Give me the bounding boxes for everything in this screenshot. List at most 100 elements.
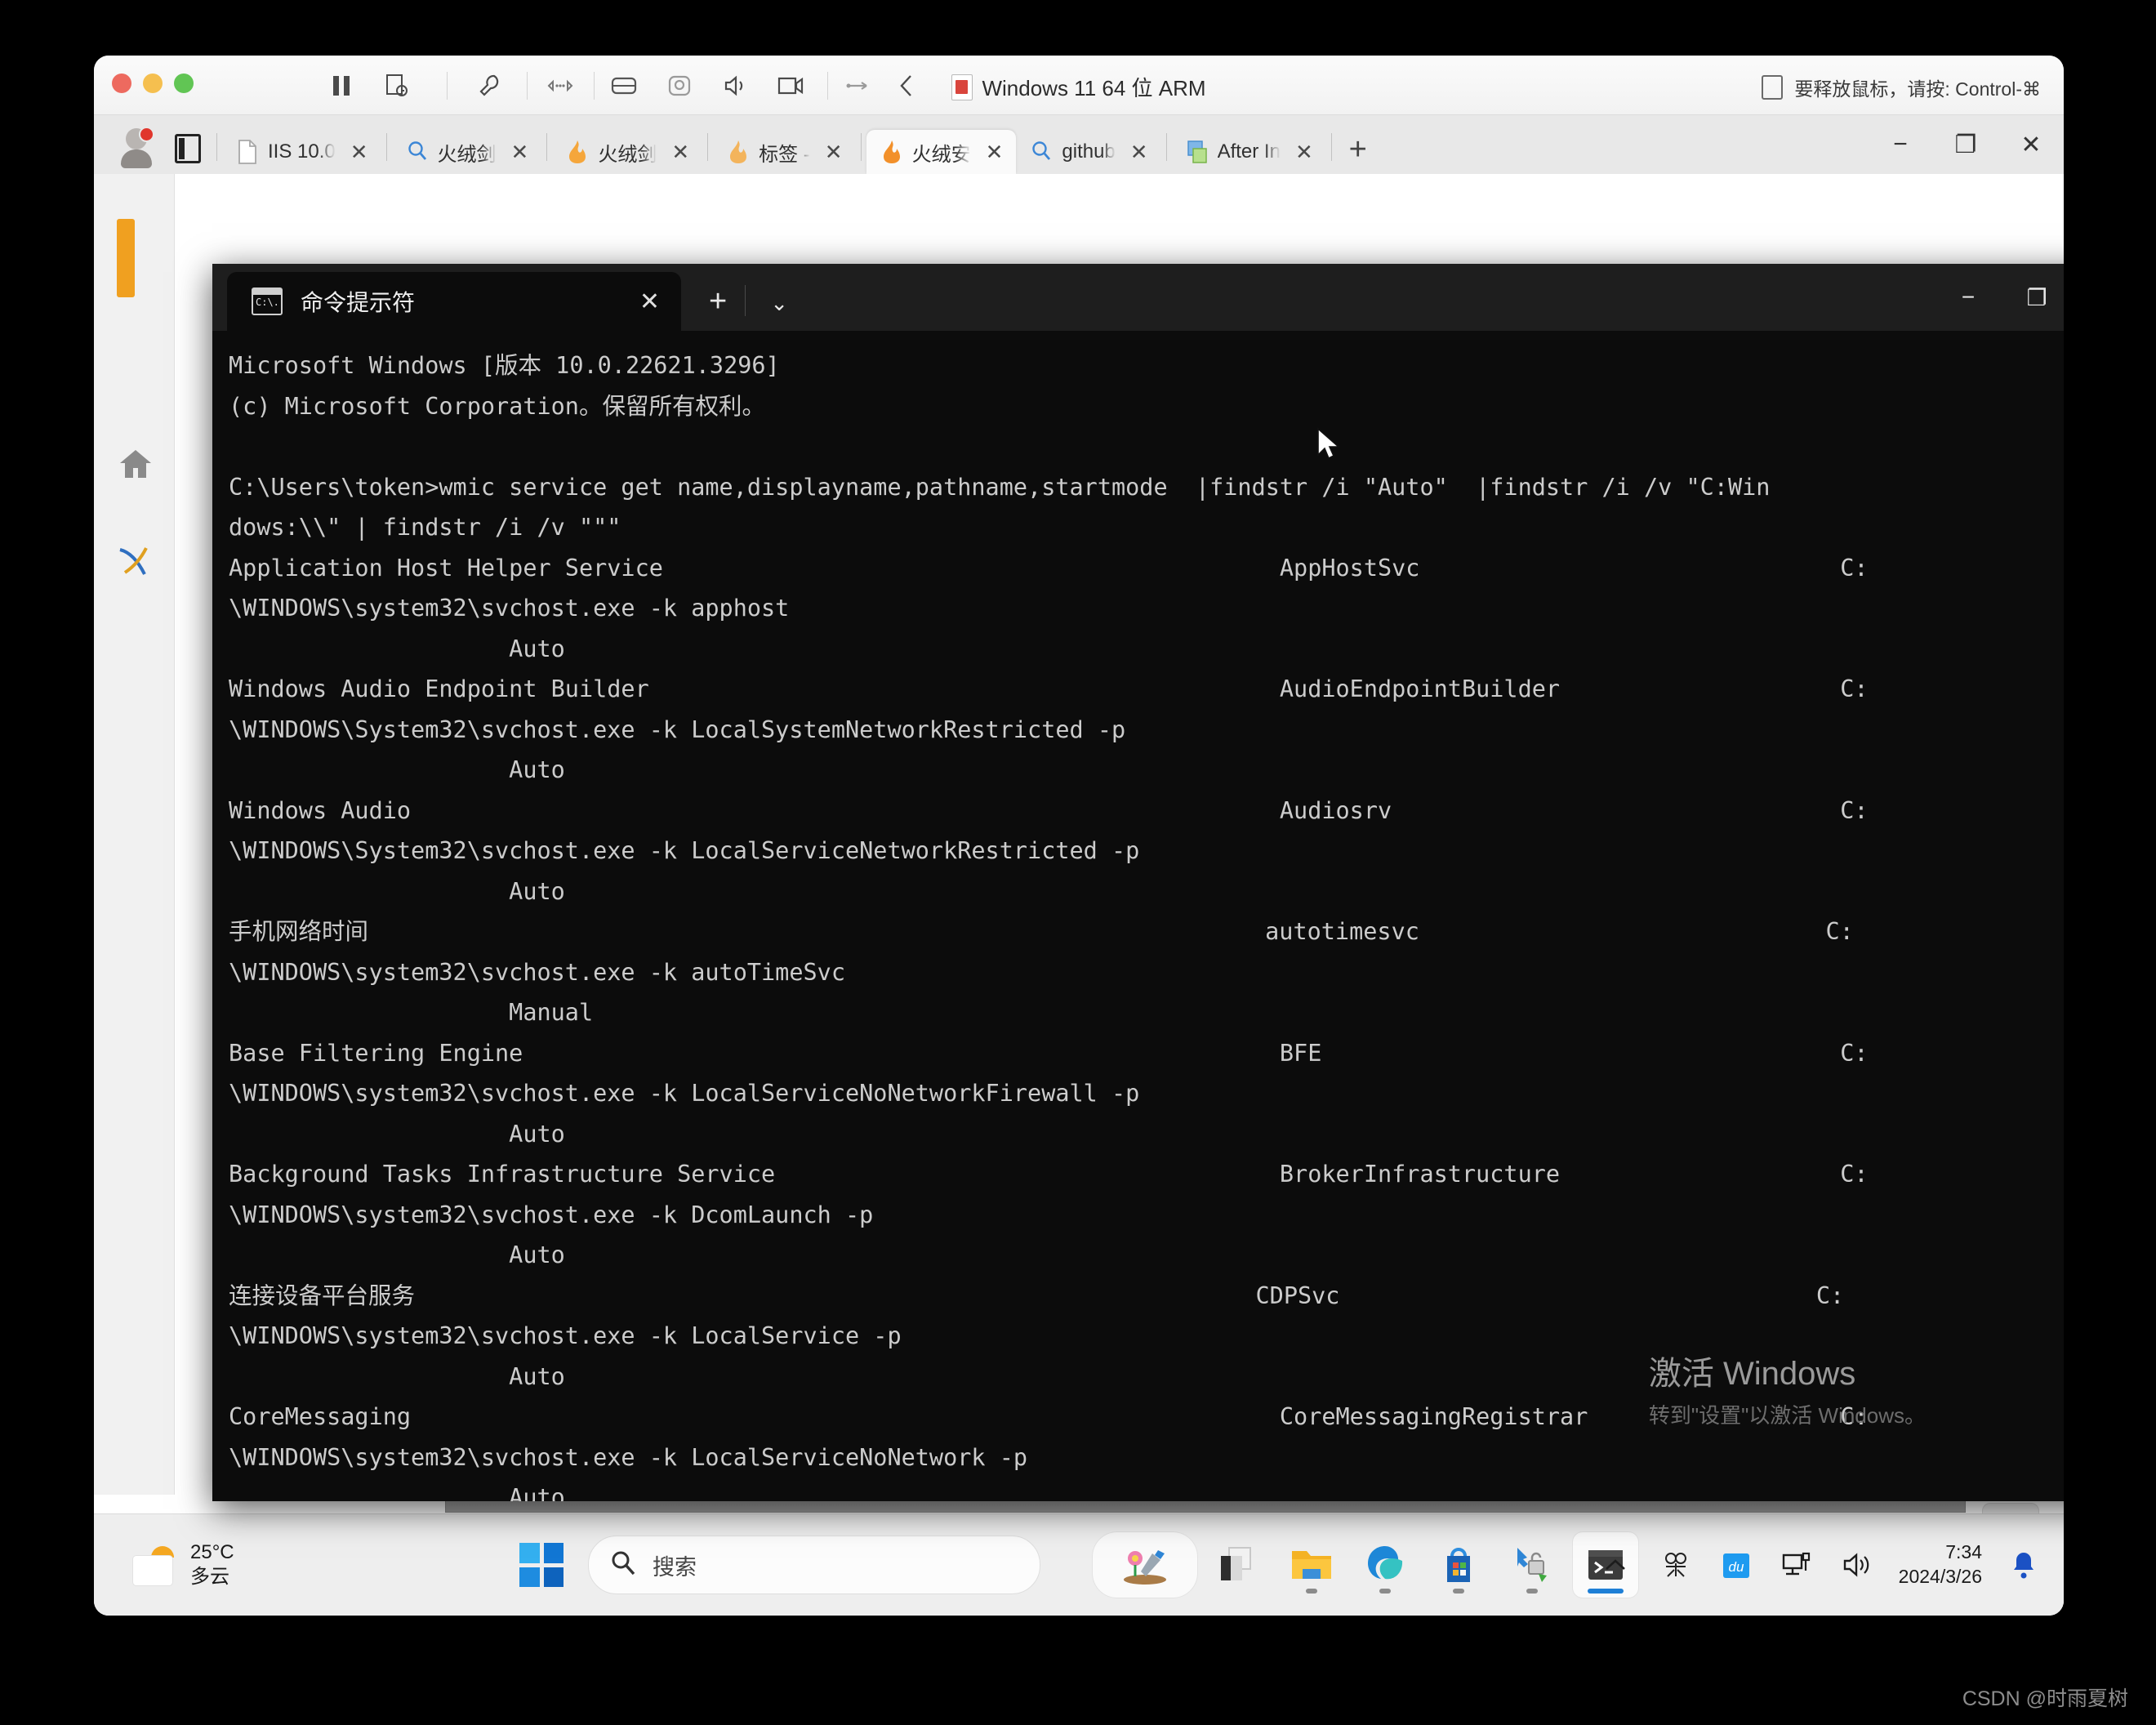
page-icon xyxy=(237,140,258,164)
unlocker-icon[interactable] xyxy=(1499,1532,1565,1598)
vm-window: Windows 11 64 位 ARM 要释放鼠标，请按: Control-⌘ … xyxy=(94,56,2064,1616)
chevron-down-icon[interactable]: ⌄ xyxy=(770,291,788,316)
svg-text:du: du xyxy=(1728,1559,1744,1575)
tab-divider xyxy=(386,133,387,161)
tab-divider xyxy=(1331,133,1332,161)
clock-date: 2024/3/26 xyxy=(1899,1565,1982,1589)
terminal-line: Auto xyxy=(229,629,2064,670)
search-placeholder: 搜索 xyxy=(653,1549,697,1581)
terminal-line: (c) Microsoft Corporation。保留所有权利。 xyxy=(229,386,2064,427)
taskbar-weather-widget[interactable]: 25°C 多云 xyxy=(133,1540,234,1589)
search-icon xyxy=(610,1549,636,1581)
close-icon[interactable]: ✕ xyxy=(981,140,1009,165)
tab-divider xyxy=(861,133,862,161)
page-left-rail xyxy=(94,174,175,1495)
close-icon[interactable]: ✕ xyxy=(1290,140,1318,165)
terminal-line: \WINDOWS\system32\svchost.exe -k LocalSe… xyxy=(229,1073,2064,1114)
edge-icon[interactable] xyxy=(1352,1532,1418,1598)
terminal-line: Windows Audio Audiosrv C: xyxy=(229,791,2064,831)
terminal-output[interactable]: Microsoft Windows [版本 10.0.22621.3296](c… xyxy=(212,331,2064,1501)
terminal-line: Manual xyxy=(229,992,2064,1033)
app-running-indicator xyxy=(1526,1589,1538,1594)
volume-icon[interactable] xyxy=(1838,1546,1876,1584)
terminal-line: \WINDOWS\System32\svchost.exe -k LocalSy… xyxy=(229,710,2064,751)
image-icon xyxy=(1187,140,1208,164)
terminal-line: Background Tasks Infrastructure Service … xyxy=(229,1154,2064,1195)
weather-description: 多云 xyxy=(190,1565,234,1589)
cmd-divider xyxy=(745,285,746,316)
browser-tab-3[interactable]: 标签 - ✕ xyxy=(713,130,855,174)
app-running-indicator xyxy=(1379,1589,1391,1594)
terminal-text: Microsoft Windows [版本 10.0.22621.3296](c… xyxy=(229,345,2064,1501)
terminal-line: Auto xyxy=(229,1478,2064,1501)
terminal-line: CoreMessaging CoreMessagingRegistrar C: xyxy=(229,1397,2064,1438)
terminal-line: Windows Audio Endpoint Builder AudioEndp… xyxy=(229,669,2064,710)
close-icon[interactable]: ✕ xyxy=(506,140,534,165)
browser-tab-4[interactable]: 火绒安 ✕ xyxy=(866,130,1017,174)
network-icon[interactable] xyxy=(1778,1546,1815,1584)
app-running-indicator xyxy=(1453,1589,1464,1594)
file-explorer-icon[interactable] xyxy=(1279,1532,1344,1598)
terminal-line: Microsoft Windows [版本 10.0.22621.3296] xyxy=(229,345,2064,386)
app-active-indicator xyxy=(1588,1589,1624,1594)
close-button[interactable]: ✕ xyxy=(1998,115,2064,174)
tab-divider xyxy=(707,133,708,161)
cmd-titlebar: 命令提示符 ✕ + ⌄ − ❐ ✕ xyxy=(212,264,2064,331)
browser-tab-0[interactable]: IIS 10.0 ✕ xyxy=(222,130,381,174)
avatar-badge-icon xyxy=(139,127,154,142)
cmd-tab-title: 命令提示符 xyxy=(301,285,621,318)
vm-icon xyxy=(951,74,973,100)
avatar[interactable] xyxy=(115,127,158,169)
close-icon[interactable]: ✕ xyxy=(820,140,848,165)
microsoft-store-icon[interactable] xyxy=(1426,1532,1491,1598)
windows-taskbar: 25°C 多云 搜索 xyxy=(94,1513,2064,1616)
command-prompt-window: 命令提示符 ✕ + ⌄ − ❐ ✕ Microsoft Windows [版本 … xyxy=(212,264,2064,1501)
close-icon[interactable]: ✕ xyxy=(1125,140,1153,165)
screen-icon xyxy=(1762,75,1783,100)
browser-tab-label: 火绒剑 xyxy=(598,138,657,167)
home-icon[interactable] xyxy=(115,444,156,484)
tab-divider xyxy=(1166,133,1167,161)
close-icon[interactable]: ✕ xyxy=(345,140,373,165)
cmd-new-tab-button[interactable]: + xyxy=(709,284,727,319)
terminal-line: Base Filtering Engine BFE C: xyxy=(229,1033,2064,1074)
search-icon xyxy=(1031,140,1052,164)
flame-icon xyxy=(567,140,588,164)
terminal-line: \WINDOWS\system32\svchost.exe -k DcomLau… xyxy=(229,1195,2064,1236)
terminal-line: Application Host Helper Service AppHostS… xyxy=(229,548,2064,589)
ime-icon[interactable] xyxy=(1657,1546,1695,1584)
chevron-up-icon[interactable] xyxy=(1597,1546,1634,1584)
browser-tab-6[interactable]: After In ✕ xyxy=(1172,130,1326,174)
tab-divider xyxy=(546,133,547,161)
browser-tab-label: After In xyxy=(1218,140,1281,163)
close-icon[interactable]: ✕ xyxy=(639,288,660,316)
taskbar-center-group: 搜索 xyxy=(519,1532,1638,1598)
weather-temperature: 25°C xyxy=(190,1540,234,1565)
browser-tab-label: 火绒剑 xyxy=(438,138,497,167)
minimize-button[interactable]: − xyxy=(1868,115,1933,174)
search-input[interactable]: 搜索 xyxy=(588,1536,1040,1594)
garden-app-icon[interactable] xyxy=(1093,1532,1197,1598)
browser-tab-5[interactable]: github ✕ xyxy=(1016,130,1160,174)
taskbar-app-list xyxy=(1093,1532,1638,1598)
rail-accent-bar xyxy=(117,219,135,297)
browser-tab-1[interactable]: 火绒剑 ✕ xyxy=(392,130,542,174)
taskbar-system-tray: du 7:34 2024/3/26 xyxy=(1597,1540,2042,1589)
cmd-minimize-button[interactable]: − xyxy=(1934,264,2002,331)
close-icon[interactable]: ✕ xyxy=(666,140,694,165)
restore-button[interactable]: ❐ xyxy=(1933,115,1998,174)
cmd-tab[interactable]: 命令提示符 ✕ xyxy=(227,272,681,331)
start-button-icon[interactable] xyxy=(519,1543,564,1587)
vm-toolbar: Windows 11 64 位 ARM 要释放鼠标，请按: Control-⌘ xyxy=(94,56,2064,115)
browser-tab-label: IIS 10.0 xyxy=(268,140,336,163)
task-view-icon[interactable] xyxy=(1205,1532,1271,1598)
baidu-icon[interactable]: du xyxy=(1717,1546,1755,1584)
taskbar-clock[interactable]: 7:34 2024/3/26 xyxy=(1899,1540,1982,1589)
browser-tab-2[interactable]: 火绒剑 ✕ xyxy=(552,130,702,174)
terminal-line: \WINDOWS\System32\svchost.exe -k LocalSe… xyxy=(229,831,2064,871)
terminal-line: 手机网络时间 autotimesvc C: xyxy=(229,912,2064,952)
tab-actions-icon[interactable] xyxy=(169,130,207,167)
cmd-maximize-button[interactable]: ❐ xyxy=(2002,264,2064,331)
bell-icon[interactable] xyxy=(2005,1546,2042,1584)
new-tab-button[interactable]: + xyxy=(1337,128,1379,171)
